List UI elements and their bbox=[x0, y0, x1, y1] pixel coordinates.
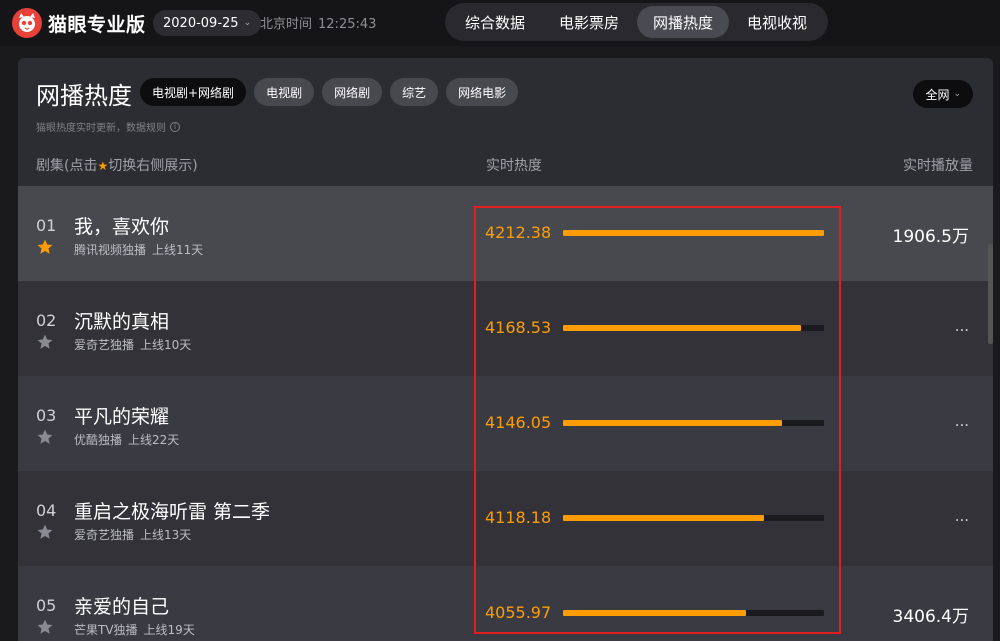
row-platform: 腾讯视频独播 bbox=[74, 243, 147, 257]
heat-bar-track bbox=[563, 230, 824, 236]
row-rank: 01 bbox=[36, 216, 57, 235]
ranking-list: 01 我，喜欢你 腾讯视频独播 上线11天 4212.38 1906.5万 02 … bbox=[18, 186, 993, 641]
table-row[interactable]: 01 我，喜欢你 腾讯视频独播 上线11天 4212.38 1906.5万 bbox=[18, 186, 993, 281]
row-title: 亲爱的自己 bbox=[74, 596, 170, 618]
filter-web-movie[interactable]: 网络电影 bbox=[446, 78, 519, 106]
row-platform: 爱奇艺独播 bbox=[74, 528, 135, 542]
column-title-prefix: 剧集(点击 bbox=[36, 158, 98, 174]
filter-web-series[interactable]: 网络剧 bbox=[322, 78, 383, 106]
tab-web-heat[interactable]: 网播热度 bbox=[637, 6, 730, 38]
table-row[interactable]: 03 平凡的荣耀 优酷独播 上线22天 4146.05 ... bbox=[18, 376, 993, 471]
row-meta: 爱奇艺独播 上线13天 bbox=[74, 526, 191, 543]
row-platform: 优酷独播 bbox=[74, 433, 123, 447]
heat-bar-fill bbox=[563, 610, 746, 616]
star-icon: ★ bbox=[97, 159, 109, 173]
row-heat-value: 4118.18 bbox=[485, 508, 552, 527]
row-heat-value: 4055.97 bbox=[485, 603, 552, 622]
logo-text: 猫眼专业版 bbox=[48, 13, 146, 36]
tab-tv-ratings[interactable]: 电视收视 bbox=[731, 6, 823, 38]
heat-bar-fill bbox=[563, 515, 764, 521]
tab-box-office[interactable]: 电影票房 bbox=[543, 6, 635, 38]
date-value: 2020-09-25 bbox=[163, 15, 239, 31]
heat-panel: 网播热度 电视剧+网络剧 电视剧 网络剧 综艺 网络电影 全网 ⌄ 猫眼热度实时… bbox=[18, 58, 993, 641]
row-rank: 02 bbox=[36, 311, 57, 330]
scope-value: 全网 bbox=[925, 87, 950, 102]
row-play-count: 3406.4万 bbox=[892, 607, 969, 627]
data-note: 猫眼热度实时更新，数据规则 i bbox=[36, 119, 180, 134]
filter-tv[interactable]: 电视剧 bbox=[254, 78, 315, 106]
row-title: 我，喜欢你 bbox=[74, 216, 170, 238]
info-icon[interactable]: i bbox=[170, 121, 180, 132]
scrollbar[interactable] bbox=[988, 244, 993, 344]
row-play-count: ... bbox=[954, 507, 969, 525]
star-icon[interactable] bbox=[36, 238, 54, 256]
date-selector[interactable]: 2020-09-25 ⌄ bbox=[153, 10, 262, 36]
top-bar: 猫眼专业版 2020-09-25 ⌄ 北京时间 12:25:43 综合数据 电影票… bbox=[0, 0, 1000, 46]
star-icon[interactable] bbox=[36, 333, 54, 351]
clock-time: 12:25:43 bbox=[318, 17, 377, 32]
clock-label: 北京时间 bbox=[260, 17, 313, 32]
table-row[interactable]: 02 沉默的真相 爱奇艺独播 上线10天 4168.53 ... bbox=[18, 281, 993, 376]
row-heat-value: 4168.53 bbox=[485, 318, 552, 337]
star-icon[interactable] bbox=[36, 618, 54, 636]
row-days: 上线10天 bbox=[140, 338, 192, 352]
heat-bar-track bbox=[563, 610, 824, 616]
row-play-count: ... bbox=[954, 317, 969, 335]
cat-logo-icon bbox=[12, 8, 42, 38]
column-play: 实时播放量 bbox=[903, 158, 973, 174]
row-meta: 芒果TV独播 上线19天 bbox=[74, 621, 195, 638]
row-days: 上线19天 bbox=[143, 623, 195, 637]
table-row[interactable]: 04 重启之极海听雷 第二季 爱奇艺独播 上线13天 4118.18 ... bbox=[18, 471, 993, 566]
row-title: 平凡的荣耀 bbox=[74, 406, 170, 428]
row-title: 重启之极海听雷 第二季 bbox=[74, 501, 271, 523]
page-title: 网播热度 bbox=[36, 82, 132, 110]
row-rank: 05 bbox=[36, 596, 57, 615]
star-icon[interactable] bbox=[36, 523, 54, 541]
main-nav: 综合数据 电影票房 网播热度 电视收视 bbox=[445, 3, 828, 41]
table-row[interactable]: 05 亲爱的自己 芒果TV独播 上线19天 4055.97 3406.4万 bbox=[18, 566, 993, 641]
heat-bar-track bbox=[563, 515, 824, 521]
row-meta: 爱奇艺独播 上线10天 bbox=[74, 336, 191, 353]
tab-overview[interactable]: 综合数据 bbox=[449, 6, 541, 38]
row-heat-value: 4212.38 bbox=[485, 223, 552, 242]
column-heat: 实时热度 bbox=[486, 158, 542, 174]
chevron-down-icon: ⌄ bbox=[953, 89, 961, 99]
filter-tv-and-web[interactable]: 电视剧+网络剧 bbox=[140, 78, 247, 106]
heat-bar-track bbox=[563, 420, 824, 426]
clock: 北京时间 12:25:43 bbox=[260, 13, 376, 32]
row-rank: 04 bbox=[36, 501, 57, 520]
row-meta: 腾讯视频独播 上线11天 bbox=[74, 241, 203, 258]
row-platform: 芒果TV独播 bbox=[74, 623, 138, 637]
data-note-text: 猫眼热度实时更新，数据规则 bbox=[36, 123, 166, 134]
row-heat-value: 4146.05 bbox=[485, 413, 552, 432]
row-days: 上线13天 bbox=[140, 528, 192, 542]
row-title: 沉默的真相 bbox=[74, 311, 170, 333]
filter-variety[interactable]: 综艺 bbox=[390, 78, 439, 106]
row-play-count: ... bbox=[954, 412, 969, 430]
logo[interactable]: 猫眼专业版 bbox=[12, 8, 146, 38]
heat-bar-fill bbox=[563, 230, 824, 236]
row-rank: 03 bbox=[36, 406, 57, 425]
scope-dropdown[interactable]: 全网 ⌄ bbox=[913, 80, 973, 108]
column-title-suffix: 切换右侧展示) bbox=[108, 158, 198, 174]
column-title: 剧集(点击★切换右侧展示) bbox=[36, 155, 198, 175]
heat-bar-track bbox=[563, 325, 824, 331]
row-days: 上线11天 bbox=[152, 243, 204, 257]
category-filters: 电视剧+网络剧 电视剧 网络剧 综艺 网络电影 bbox=[140, 78, 526, 106]
chevron-down-icon: ⌄ bbox=[243, 18, 252, 28]
row-platform: 爱奇艺独播 bbox=[74, 338, 135, 352]
row-days: 上线22天 bbox=[128, 433, 180, 447]
row-meta: 优酷独播 上线22天 bbox=[74, 431, 179, 448]
table-header: 剧集(点击★切换右侧展示) 实时热度 实时播放量 bbox=[18, 144, 993, 186]
heat-bar-fill bbox=[563, 420, 783, 426]
star-icon[interactable] bbox=[36, 428, 54, 446]
row-play-count: 1906.5万 bbox=[892, 227, 969, 247]
heat-bar-fill bbox=[563, 325, 801, 331]
